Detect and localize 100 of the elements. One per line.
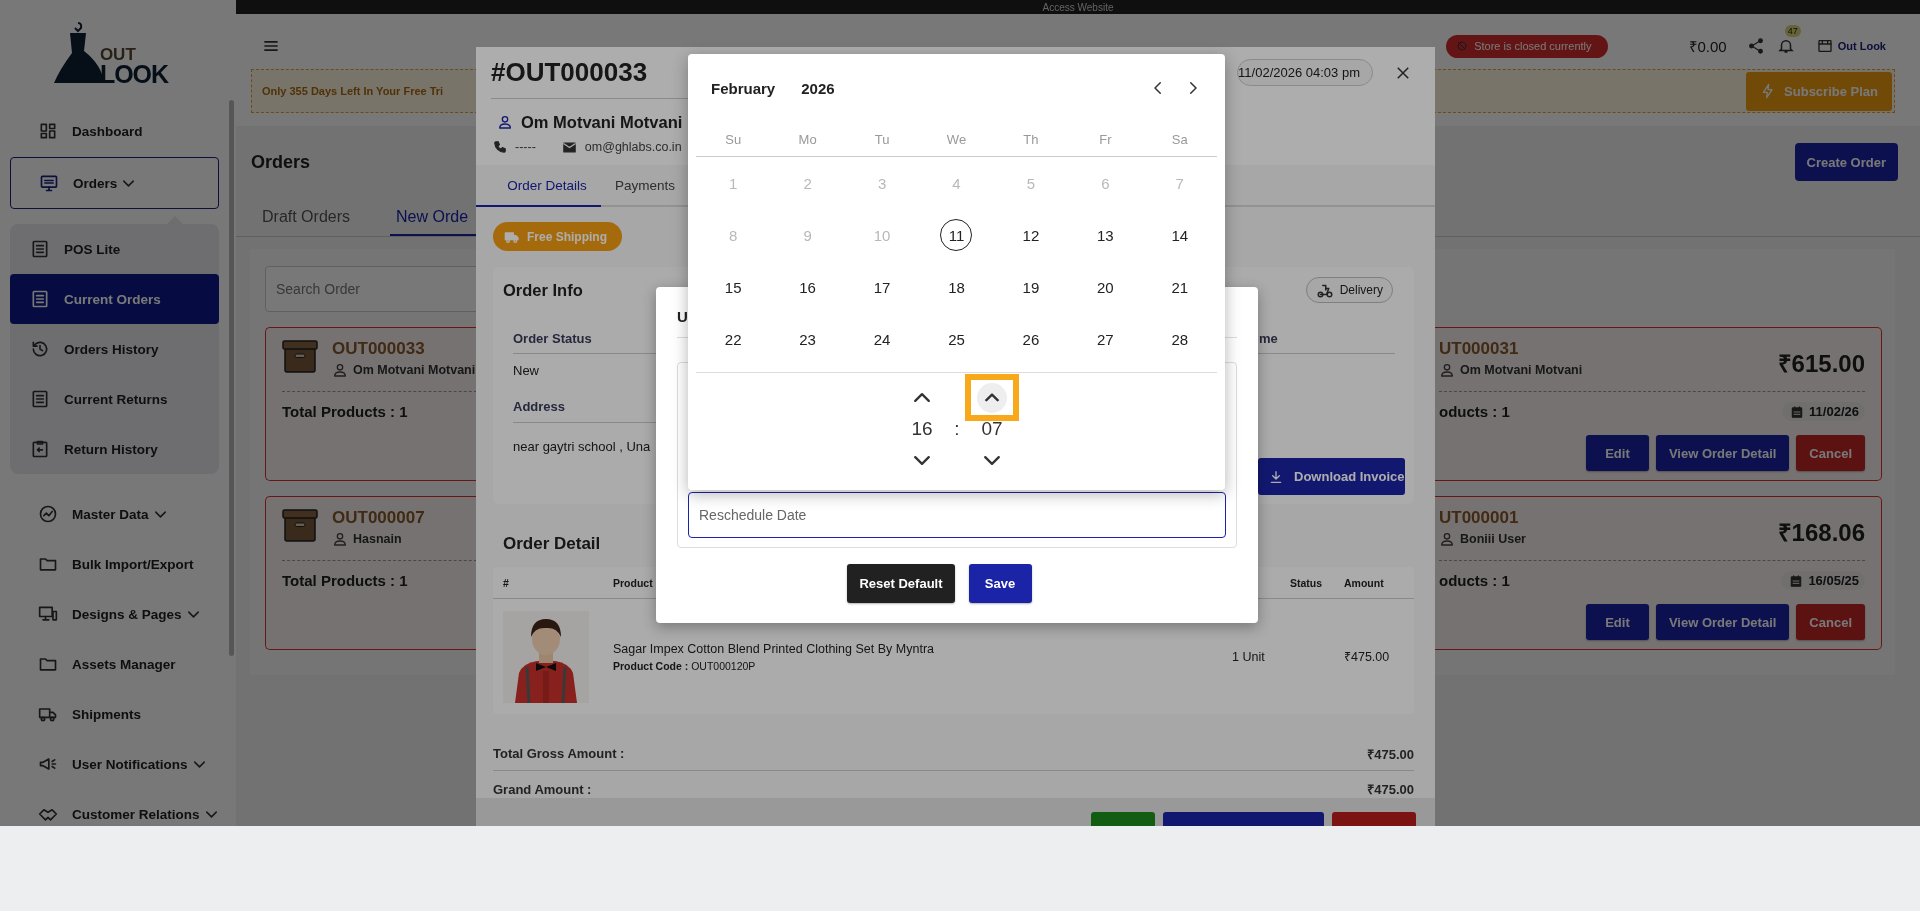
calendar-day[interactable]: 27 [1089, 323, 1122, 355]
calendar-day[interactable]: 14 [1163, 219, 1196, 251]
order-id: UT000001 [1439, 507, 1520, 529]
user-icon [497, 114, 513, 130]
calendar-day[interactable]: 21 [1163, 271, 1196, 303]
calendar-day[interactable]: 24 [866, 323, 899, 355]
total-value: ₹475.00 [1367, 781, 1414, 798]
calendar-day[interactable]: 17 [866, 271, 899, 303]
download-icon [1268, 468, 1284, 485]
calendar-day[interactable]: 12 [1014, 219, 1047, 251]
trial-message: Only 355 Days Left In Your Free Tri [262, 85, 444, 97]
year-label[interactable]: 2026 [801, 79, 835, 97]
user-icon [332, 531, 348, 547]
total-products: Total Products : 1 [282, 571, 409, 591]
calendar-day[interactable]: 15 [717, 271, 750, 303]
action-button[interactable]: Edit [1585, 604, 1649, 640]
phone-icon [493, 140, 507, 154]
box-icon [282, 508, 318, 542]
weekday-label: Th [1022, 131, 1040, 147]
desktop-icon [38, 604, 58, 624]
badge-label: Delivery [1339, 283, 1383, 297]
sidebar-item[interactable]: Dashboard [10, 106, 219, 156]
order-number: #OUT000033 [491, 57, 648, 88]
tab[interactable]: Payments [601, 165, 680, 207]
calendar-day[interactable]: 13 [1089, 219, 1122, 251]
total-products: oducts : 1 [1439, 571, 1510, 591]
calendar-day[interactable]: 20 [1089, 271, 1122, 303]
month-label[interactable]: February [711, 79, 776, 97]
share-icon[interactable] [1746, 37, 1765, 55]
customer-name: Om Motvani Motvani [353, 363, 476, 377]
save-button[interactable]: Save [968, 564, 1032, 603]
sidebar-item[interactable]: Return History [10, 424, 219, 474]
action-button[interactable]: View Order Detail [1655, 435, 1790, 471]
sidebar-item[interactable]: User Notifications [10, 739, 219, 789]
sidebar-item[interactable]: Current Orders [10, 274, 219, 324]
chevron-down-icon [187, 610, 199, 618]
calendar-day[interactable]: 23 [791, 323, 824, 355]
scrollbar[interactable] [229, 100, 234, 656]
total-products: oducts : 1 [1439, 402, 1510, 422]
sidebar-item[interactable]: Designs & Pages [10, 589, 219, 639]
calendar-day[interactable]: 22 [717, 323, 750, 355]
field-value: near gaytri school , Una [513, 438, 651, 454]
list-icon [30, 289, 50, 309]
calendar-icon [1789, 573, 1804, 588]
table-cell-text: 1 Unit [1232, 649, 1266, 664]
calendar-day[interactable]: 16 [791, 271, 824, 303]
download-invoice-button[interactable]: Download Invoice [1258, 458, 1405, 495]
bell-button[interactable] [1776, 37, 1795, 55]
action-button[interactable]: Edit [1585, 435, 1649, 471]
sidebar-item[interactable]: Assets Manager [10, 639, 219, 689]
weekday-label: Su [724, 131, 743, 147]
total-label: Grand Amount : [493, 781, 592, 797]
reschedule-date-field[interactable]: Reschedule Date [688, 492, 1226, 538]
tab[interactable]: Draft Orders [256, 200, 358, 236]
order-id: OUT000033 [332, 338, 426, 360]
calendar-day[interactable]: 28 [1163, 323, 1196, 355]
field-label: me [1259, 331, 1278, 346]
list-icon [30, 239, 50, 259]
chevron-down-icon [205, 810, 217, 818]
sidebar-item[interactable]: Master Data [10, 489, 219, 539]
dialog-title: U [677, 307, 688, 325]
calendar-icon [1790, 404, 1805, 419]
store-link[interactable]: Out Look [1816, 38, 1886, 54]
calendar-day[interactable]: 25 [940, 323, 973, 355]
order-amount: ₹168.06 [1777, 518, 1865, 548]
store-status-text: Store is closed currently [1474, 40, 1592, 52]
sidebar-item[interactable]: Customer Relations [10, 789, 219, 826]
sidebar-item[interactable]: POS Lite [10, 224, 219, 274]
order-datetime: 11/02/2026 04:03 pm [1238, 65, 1360, 80]
product-name: Sagar Impex Cotton Blend Printed Clothing Set By Myntra [613, 640, 935, 658]
customer-name: Om Motvani Motvani [521, 112, 683, 132]
email-address: om@ghlabs.co.in [584, 140, 682, 154]
total-value: ₹475.00 [1367, 745, 1414, 763]
sidebar-item[interactable]: Bulk Import/Export [10, 539, 219, 589]
chevron-down-icon [154, 510, 166, 518]
sidebar-item[interactable]: Orders [10, 157, 219, 209]
cancel-button[interactable]: Cancel [1796, 435, 1865, 471]
increment-button[interactable] [965, 374, 1019, 421]
calendar-day[interactable]: 26 [1014, 323, 1047, 355]
tab[interactable]: Order Details [476, 165, 601, 207]
sidebar-item[interactable]: Shipments [10, 689, 219, 739]
total-label: Total Gross Amount : [493, 746, 625, 761]
hour-value: 16 [911, 421, 933, 437]
action-button[interactable]: View Order Detail [1655, 604, 1790, 640]
chevron-down-icon [914, 456, 930, 465]
sidebar-item[interactable]: Current Returns [10, 374, 219, 424]
create-order-button[interactable]: Create Order [1794, 143, 1898, 181]
calendar-day[interactable]: 19 [1014, 271, 1047, 303]
table-cell-text: ₹475.00 [1344, 649, 1391, 665]
product-code: Product Code : OUT000120P [613, 658, 757, 674]
order-date: 11/02/26 [1809, 404, 1859, 419]
column-header: Status [1290, 576, 1323, 589]
cancel-button[interactable]: Cancel [1796, 604, 1865, 640]
sidebar-item[interactable]: Orders History [10, 324, 219, 374]
chevron-down-icon [193, 760, 205, 768]
monitor-icon [39, 173, 59, 193]
calendar-day[interactable]: 18 [940, 271, 973, 303]
chevron-up-icon [914, 393, 930, 402]
logo-drawing: OUT LOOK [49, 21, 169, 85]
reset-button[interactable]: Reset Default [847, 564, 955, 603]
